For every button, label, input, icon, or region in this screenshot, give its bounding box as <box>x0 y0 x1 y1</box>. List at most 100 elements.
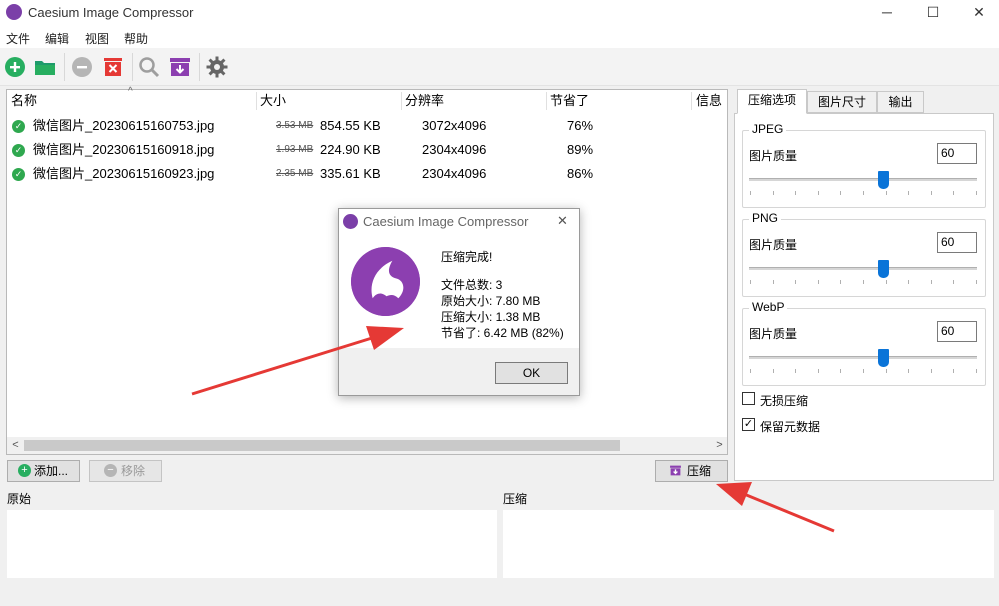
slider-tick <box>885 280 887 284</box>
slider-tick <box>976 191 977 195</box>
dialog-heading: 压缩完成! <box>441 250 493 264</box>
slider-tick <box>750 369 751 373</box>
clear-list-icon[interactable] <box>101 55 125 79</box>
file-name: 微信图片_20230615160753.jpg <box>33 118 215 133</box>
jpeg-slider-handle[interactable] <box>878 171 889 189</box>
table-row[interactable]: ✓ 微信图片_20230615160918.jpg 1.93 MB 224.90… <box>7 138 727 162</box>
app-logo-icon <box>343 214 358 229</box>
open-folder-icon[interactable] <box>33 55 57 79</box>
column-header-resolution[interactable]: 分辨率 <box>405 90 444 112</box>
jpeg-group <box>742 130 986 208</box>
sort-indicator-icon: ^ <box>128 86 133 97</box>
jpeg-quality-slider[interactable] <box>749 178 977 181</box>
slider-tick <box>772 369 774 373</box>
minimize-button[interactable]: ─ <box>864 0 910 26</box>
webp-slider-handle[interactable] <box>878 349 889 367</box>
menu-view[interactable]: 视图 <box>85 30 109 47</box>
dialog-close-icon[interactable]: ✕ <box>557 213 568 229</box>
slider-tick <box>953 280 955 284</box>
remove-icon[interactable] <box>70 55 94 79</box>
column-header-saved[interactable]: 节省了 <box>550 90 589 112</box>
preview-icon[interactable] <box>137 55 161 79</box>
keep-metadata-checkbox[interactable]: ✓ <box>742 418 755 431</box>
tab-image-size[interactable]: 图片尺寸 <box>807 91 877 113</box>
slider-tick <box>750 191 751 195</box>
png-slider-handle[interactable] <box>878 260 889 278</box>
add-icon: + <box>18 464 31 477</box>
slider-tick <box>908 191 910 195</box>
slider-tick <box>908 280 910 284</box>
menu-file[interactable]: 文件 <box>6 30 30 47</box>
original-size: 2.35 MB <box>276 168 314 179</box>
lossless-checkbox[interactable] <box>742 392 755 405</box>
maximize-button[interactable]: ☐ <box>910 0 956 26</box>
webp-quality-label: 图片质量 <box>749 327 798 341</box>
webp-quality-input[interactable]: 60 <box>937 321 977 342</box>
slider-tick <box>885 369 887 373</box>
compress-icon[interactable] <box>168 55 192 79</box>
slider-tick <box>772 191 774 195</box>
compressed-size: 335.61 KB <box>320 166 381 181</box>
compress-button-label: 压缩 <box>687 464 712 478</box>
slider-tick <box>795 369 797 373</box>
saved-percent: 76% <box>567 118 594 133</box>
slider-tick <box>863 191 864 195</box>
add-file-icon[interactable] <box>3 55 27 79</box>
png-quality-input[interactable]: 60 <box>937 232 977 253</box>
resolution: 3072x4096 <box>422 118 487 133</box>
jpeg-group-title: JPEG <box>749 122 787 136</box>
remove-button[interactable]: − 移除 <box>89 460 162 482</box>
table-row[interactable]: ✓ 微信图片_20230615160923.jpg 2.35 MB 335.61… <box>7 162 727 186</box>
slider-tick <box>953 369 955 373</box>
saved-percent: 89% <box>567 142 594 157</box>
column-header-name[interactable]: 名称 <box>11 90 37 112</box>
compressed-preview-label: 压缩 <box>503 492 528 506</box>
menu-edit[interactable]: 编辑 <box>45 30 69 47</box>
resolution: 2304x4096 <box>422 142 487 157</box>
jpeg-quality-label: 图片质量 <box>749 149 798 163</box>
tab-compression-options[interactable]: 压缩选项 <box>737 89 807 114</box>
app-logo-icon <box>6 4 22 20</box>
close-window-button[interactable]: ✕ <box>956 0 999 26</box>
add-button[interactable]: + 添加... <box>7 460 80 482</box>
slider-tick <box>817 280 819 284</box>
slider-tick <box>930 280 932 284</box>
tab-output[interactable]: 输出 <box>877 91 924 113</box>
menu-help[interactable]: 帮助 <box>124 30 148 47</box>
dialog-original-size: 原始大小: 7.80 MB <box>441 294 541 308</box>
slider-tick <box>772 280 774 284</box>
table-row[interactable]: ✓ 微信图片_20230615160753.jpg 3.53 MB 854.55… <box>7 114 727 138</box>
scroll-left-icon[interactable]: < <box>7 437 24 454</box>
compressed-size: 854.55 KB <box>320 118 381 133</box>
jpeg-quality-input[interactable]: 60 <box>937 143 977 164</box>
png-quality-slider[interactable] <box>749 267 977 270</box>
keep-metadata-label: 保留元数据 <box>760 420 821 434</box>
column-divider <box>401 92 402 110</box>
original-size: 1.93 MB <box>276 144 314 155</box>
toolbar-separator <box>132 53 133 81</box>
saved-percent: 86% <box>567 166 594 181</box>
slider-tick <box>795 191 797 195</box>
dialog-compressed-size: 压缩大小: 1.38 MB <box>441 310 541 324</box>
compress-button[interactable]: 压缩 <box>655 460 728 482</box>
original-preview-pane <box>7 510 497 578</box>
slider-tick <box>840 280 842 284</box>
slider-tick <box>840 369 842 373</box>
png-group-title: PNG <box>749 211 782 225</box>
original-preview-label: 原始 <box>7 492 32 506</box>
file-name: 微信图片_20230615160918.jpg <box>33 142 215 157</box>
remove-icon: − <box>104 464 117 477</box>
webp-quality-slider[interactable] <box>749 356 977 359</box>
scroll-right-icon[interactable]: > <box>711 437 728 454</box>
scrollbar-thumb[interactable] <box>24 440 620 451</box>
slider-tick <box>930 369 932 373</box>
column-header-size[interactable]: 大小 <box>260 90 286 112</box>
column-divider <box>256 92 257 110</box>
dialog-title: Caesium Image Compressor <box>363 214 529 229</box>
file-name: 微信图片_20230615160923.jpg <box>33 166 215 181</box>
add-button-label: 添加... <box>34 464 69 478</box>
column-header-info[interactable]: 信息 <box>696 90 722 112</box>
settings-icon[interactable] <box>205 55 229 79</box>
window-title: Caesium Image Compressor <box>28 5 194 20</box>
ok-button[interactable]: OK <box>495 362 568 384</box>
